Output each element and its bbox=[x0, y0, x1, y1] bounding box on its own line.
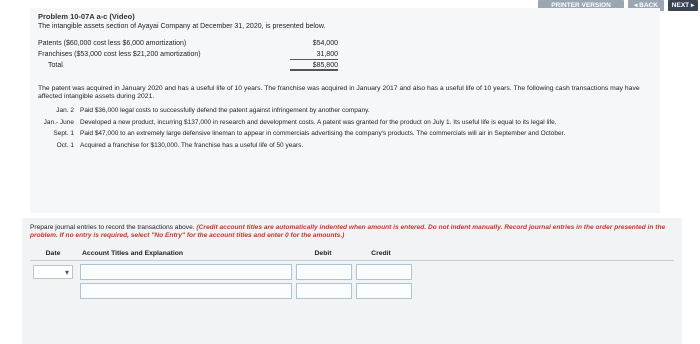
transaction-date: Jan.- June bbox=[43, 118, 74, 126]
date-dropdown[interactable]: ▾ bbox=[33, 265, 73, 279]
problem-paragraph: The patent was acquired in January 2020 … bbox=[38, 85, 640, 100]
chevron-down-icon: ▾ bbox=[64, 268, 69, 277]
header-date: Date bbox=[45, 250, 61, 257]
instructions-main: Prepare journal entries to record the tr… bbox=[30, 224, 195, 231]
header-account: Account Titles and Explanation bbox=[82, 250, 184, 257]
journal-header-row: Date Account Titles and Explanation Debi… bbox=[30, 248, 674, 261]
credit-input[interactable] bbox=[356, 264, 412, 280]
journal-row: ▾ bbox=[30, 264, 674, 280]
transaction-date: Jan. 2 bbox=[56, 107, 74, 114]
credit-input[interactable] bbox=[356, 283, 412, 299]
transaction-text: Paid $47,000 to an extremely large defen… bbox=[80, 130, 566, 137]
debit-input[interactable] bbox=[296, 283, 352, 299]
problem-title: Problem 10-07A a-c (Video) bbox=[38, 12, 135, 21]
journal-row bbox=[30, 283, 674, 299]
transaction-text: Acquired a franchise for $130,000. The f… bbox=[80, 141, 304, 149]
asset-label: Patents ($60,000 cost less $6,000 amorti… bbox=[38, 40, 187, 47]
problem-panel: Problem 10-07A a-c (Video) The intangibl… bbox=[30, 8, 660, 213]
transaction-item: Oct. 1 Acquired a franchise for $130,000… bbox=[38, 142, 652, 150]
asset-row-franchises: Franchises ($53,000 cost less $21,200 am… bbox=[38, 49, 338, 60]
transaction-item: Jan. 2 Paid $36,000 legal costs to succe… bbox=[38, 107, 652, 115]
header-credit: Credit bbox=[371, 250, 391, 257]
problem-intro: The intangible assets section of Ayayai … bbox=[38, 23, 326, 30]
debit-input[interactable] bbox=[296, 264, 352, 280]
account-title-input[interactable] bbox=[80, 264, 292, 280]
transaction-text: Paid $36,000 legal costs to successfully… bbox=[80, 107, 370, 114]
asset-row-total: Total $85,800 bbox=[38, 60, 338, 71]
asset-label: Franchises ($53,000 cost less $21,200 am… bbox=[38, 51, 201, 58]
next-button[interactable]: NEXT ▸ bbox=[668, 0, 698, 11]
instructions-panel: Prepare journal entries to record the tr… bbox=[22, 218, 682, 344]
transaction-list: Jan. 2 Paid $36,000 legal costs to succe… bbox=[38, 107, 652, 149]
asset-amount: $54,000 bbox=[312, 40, 338, 47]
header-debit: Debit bbox=[314, 250, 332, 257]
transaction-date: Sept. 1 bbox=[53, 130, 74, 137]
date-cell: ▾ bbox=[30, 264, 76, 280]
account-title-input[interactable] bbox=[80, 283, 292, 299]
transaction-item: Sept. 1 Paid $47,000 to an extremely lar… bbox=[38, 130, 652, 138]
date-cell bbox=[30, 283, 76, 299]
instructions-text: Prepare journal entries to record the tr… bbox=[30, 224, 674, 240]
asset-label: Total bbox=[48, 62, 63, 69]
asset-amount: $85,800 bbox=[290, 60, 338, 71]
journal-entry-table: Date Account Titles and Explanation Debi… bbox=[30, 248, 674, 299]
transaction-text: Developed a new product, incurring $137,… bbox=[80, 118, 557, 126]
transaction-date: Oct. 1 bbox=[56, 141, 74, 149]
transaction-item: Jan.- June Developed a new product, incu… bbox=[38, 119, 652, 127]
asset-row-patents: Patents ($60,000 cost less $6,000 amorti… bbox=[38, 38, 338, 49]
intangible-assets-section: Patents ($60,000 cost less $6,000 amorti… bbox=[38, 38, 338, 71]
asset-amount: 31,800 bbox=[290, 49, 338, 60]
